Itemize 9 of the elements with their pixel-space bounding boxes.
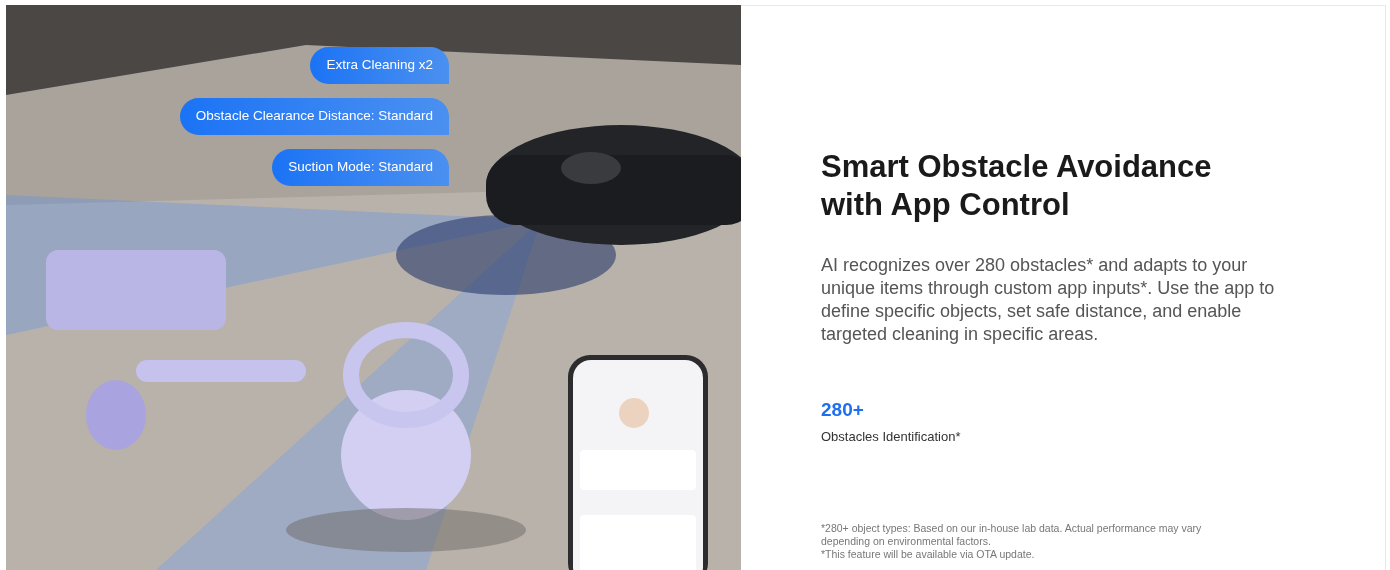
stat-value: 280+: [821, 398, 865, 422]
footnote: *280+ object types: Based on our in-house lab data. Actual performance may vary depending on environmental factors.: [821, 522, 1203, 548]
chat-bubble: Extra Cleaning x2: [310, 47, 449, 84]
chat-bubble: Suction Mode: Standard: [272, 149, 449, 186]
description: AI recognizes over 280 obstacles* and adapts to your unique items through custom app inputs*. Use the app to define specific objects, set safe distance, and enable targeted cleaning in specific areas.: [821, 254, 1276, 346]
heading: Smart Obstacle Avoidance with App Control: [821, 148, 1213, 224]
chat-bubble: Obstacle Clearance Distance: Standard: [179, 98, 449, 135]
stat-label: Obstacles Identification*: [821, 427, 962, 446]
footnote: *This feature will be available via OTA update.: [821, 548, 1036, 561]
